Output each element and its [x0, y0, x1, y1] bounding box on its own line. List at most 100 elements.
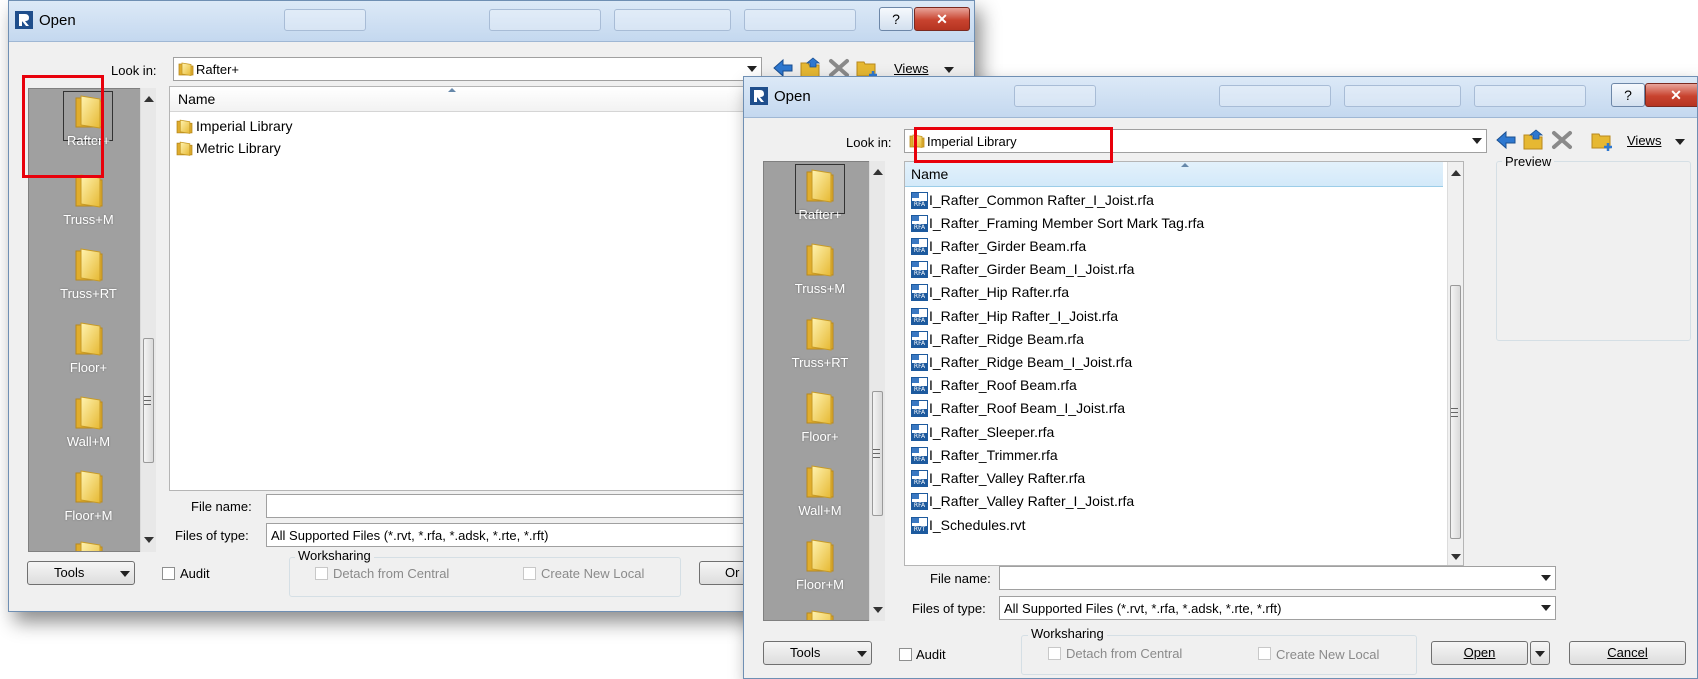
files-of-type-select[interactable]: All Supported Files (*.rvt, *.rfa, *.ads… — [999, 596, 1556, 620]
list-item[interactable]: RFA I_Rafter_Hip Rafter.rfa — [911, 281, 1069, 303]
views-dropdown-arrow[interactable] — [944, 67, 954, 73]
place-wall-m[interactable]: Wall+M — [764, 463, 876, 518]
detach-from-central-checkbox[interactable] — [1048, 647, 1061, 660]
new-folder-icon[interactable] — [1590, 129, 1614, 151]
file-list-scrollbar[interactable] — [1447, 162, 1463, 565]
folder-icon — [73, 539, 105, 552]
rfa-file-icon: RFA — [911, 214, 928, 232]
files-of-type-label: Files of type: — [912, 601, 986, 616]
list-item[interactable]: RFA I_Rafter_Girder Beam_I_Joist.rfa — [911, 258, 1134, 280]
create-new-local-label: Create New Local — [1276, 647, 1380, 662]
cancel-button[interactable]: Cancel — [1569, 641, 1686, 665]
tools-button[interactable]: Tools — [763, 641, 872, 665]
rfa-file-icon: RFA — [911, 399, 928, 417]
folder-icon — [804, 537, 836, 575]
list-item[interactable]: RFA I_Rafter_Ridge Beam_I_Joist.rfa — [911, 351, 1132, 373]
folder-icon — [804, 608, 836, 621]
list-item[interactable]: RFA I_Rafter_Ridge Beam.rfa — [911, 328, 1084, 350]
list-item[interactable]: Imperial Library — [176, 115, 292, 137]
list-item[interactable]: RFA I_Rafter_Girder Beam.rfa — [911, 235, 1086, 257]
back-arrow-icon[interactable] — [1494, 129, 1518, 151]
list-item[interactable]: RFA I_Rafter_Hip Rafter_I_Joist.rfa — [911, 305, 1118, 327]
open-options-button[interactable] — [1530, 641, 1550, 665]
audit-label: Audit — [916, 647, 946, 662]
create-new-local-label: Create New Local — [541, 566, 645, 581]
scroll-up-arrow[interactable] — [144, 96, 154, 102]
place-floor[interactable]: Floor+ — [764, 389, 876, 444]
folder-icon — [178, 61, 194, 77]
list-item[interactable]: RFA I_Rafter_Roof Beam_I_Joist.rfa — [911, 397, 1125, 419]
delete-x-icon[interactable] — [1550, 129, 1574, 151]
places-scrollbar[interactable] — [140, 88, 156, 552]
scroll-up-arrow[interactable] — [1451, 170, 1461, 176]
file-name-label: File name: — [930, 571, 991, 586]
views-menu[interactable]: Views — [894, 61, 928, 76]
worksharing-label: Worksharing — [295, 548, 374, 563]
views-menu[interactable]: Views — [1627, 133, 1661, 148]
chevron-down-icon[interactable] — [1541, 575, 1551, 581]
dialog-title: Open — [774, 88, 811, 105]
highlight-box — [22, 75, 104, 178]
audit-checkbox[interactable] — [899, 648, 912, 661]
place-truss-m[interactable]: Truss+M — [764, 241, 876, 296]
place-truss-rt[interactable]: Truss+RT — [29, 246, 148, 301]
scroll-down-arrow[interactable] — [1451, 554, 1461, 560]
look-in-value: Rafter+ — [196, 62, 239, 77]
list-item[interactable]: RFA I_Rafter_Framing Member Sort Mark Tag… — [911, 212, 1204, 234]
views-dropdown-arrow[interactable] — [1675, 139, 1685, 145]
place-wall-m[interactable]: Wall+M — [29, 394, 148, 449]
place-rafter[interactable]: Rafter+ — [764, 167, 876, 222]
folder-icon — [73, 394, 105, 432]
place-floor[interactable]: Floor+ — [29, 320, 148, 375]
preview-panel — [1496, 161, 1691, 341]
detach-from-central-checkbox[interactable] — [315, 567, 328, 580]
audit-checkbox[interactable] — [162, 567, 175, 580]
rvt-file-icon: RVT — [911, 516, 928, 534]
rfa-file-icon: RFA — [911, 307, 928, 325]
title-bar: Open ? ✕ — [9, 1, 974, 42]
title-bar: Open ? ✕ — [744, 77, 1697, 118]
detach-from-central-label: Detach from Central — [333, 566, 450, 581]
list-item[interactable]: RFA I_Rafter_Sleeper.rfa — [911, 421, 1054, 443]
folder-icon — [804, 167, 836, 205]
place-floor-m[interactable]: Floor+M — [764, 537, 876, 592]
chevron-down-icon[interactable] — [747, 66, 757, 72]
list-item[interactable]: RFA I_Rafter_Trimmer.rfa — [911, 444, 1058, 466]
create-new-local-checkbox[interactable] — [1258, 647, 1271, 660]
list-item[interactable]: RFA I_Rafter_Valley Rafter.rfa — [911, 467, 1085, 489]
close-button[interactable]: ✕ — [1645, 83, 1697, 107]
list-item[interactable]: RFA I_Rafter_Valley Rafter_I_Joist.rfa — [911, 490, 1134, 512]
folder-icon — [804, 241, 836, 279]
create-new-local-checkbox[interactable] — [523, 567, 536, 580]
folder-icon — [804, 389, 836, 427]
place-truss-rt[interactable]: Truss+RT — [764, 315, 876, 370]
place-floor-m[interactable]: Floor+M — [29, 468, 148, 523]
file-list: Name RFA I_Rafter_Common Rafter_I_Joist.r… — [904, 161, 1464, 566]
scroll-up-arrow[interactable] — [873, 169, 883, 175]
open-button[interactable]: Open — [1431, 641, 1528, 665]
chevron-down-icon[interactable] — [1472, 138, 1482, 144]
file-name-input[interactable] — [999, 566, 1556, 590]
chevron-down-icon[interactable] — [1541, 605, 1551, 611]
help-button[interactable]: ? — [1611, 83, 1645, 107]
chevron-down-icon — [857, 651, 867, 657]
list-item[interactable]: Metric Library — [176, 137, 281, 159]
places-bar: Rafter+ Truss+M Truss+RT Floor+ Wall+M F… — [763, 161, 877, 621]
folder-icon — [176, 140, 193, 157]
list-item[interactable]: RVT I_Schedules.rvt — [911, 514, 1026, 536]
look-in-combo[interactable]: Rafter+ — [173, 57, 762, 81]
look-in-label: Look in: — [846, 135, 892, 150]
help-button[interactable]: ? — [879, 7, 913, 31]
detach-from-central-label: Detach from Central — [1066, 646, 1183, 661]
tools-button[interactable]: Tools — [27, 561, 135, 585]
list-item[interactable]: RFA I_Rafter_Common Rafter_I_Joist.rfa — [911, 189, 1154, 211]
place-truss-m[interactable]: Truss+M — [29, 172, 148, 227]
chevron-down-icon — [1535, 651, 1545, 657]
list-item[interactable]: RFA I_Rafter_Roof Beam.rfa — [911, 374, 1077, 396]
scroll-down-arrow[interactable] — [873, 607, 883, 613]
close-button[interactable]: ✕ — [914, 7, 970, 31]
places-scrollbar[interactable] — [869, 161, 885, 621]
up-folder-icon[interactable] — [1522, 129, 1546, 151]
scroll-down-arrow[interactable] — [144, 537, 154, 543]
column-header-name[interactable]: Name — [905, 162, 1443, 187]
